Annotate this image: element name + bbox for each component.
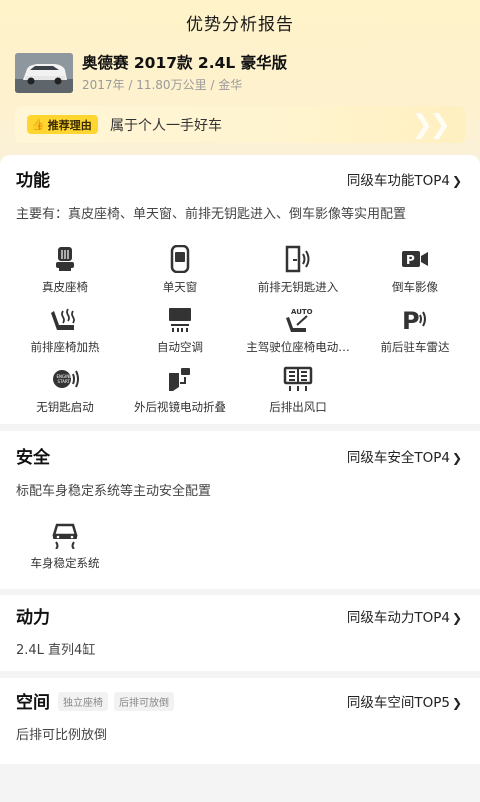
function-description: 主要有：真皮座椅、单天窗、前排无钥匙进入、倒车影像等实用配置: [16, 207, 407, 222]
space-tag: 后排可放倒: [114, 692, 174, 711]
feature-item[interactable]: 单天窗: [120, 245, 240, 295]
feature-item[interactable]: 后排出风口: [238, 365, 358, 415]
safety-title: 安全: [16, 448, 50, 468]
power-title: 动力: [16, 608, 50, 628]
space-description: 后排可比例放倒: [16, 728, 108, 743]
recommend-reason-bar: 👍 推荐理由 属于个人一手好车 ❯❯: [15, 106, 465, 143]
feature-label: 后排出风口: [269, 400, 327, 414]
feature-item[interactable]: 前排无钥匙进入: [238, 245, 358, 295]
car-name: 奥德赛 2017款 2.4L 豪华版: [82, 54, 288, 72]
feature-item[interactable]: 真皮座椅: [5, 245, 125, 295]
rear-vent-icon: [283, 366, 313, 391]
svg-text:START: START: [58, 379, 71, 384]
feature-label: 主驾驶位座椅电动…: [246, 340, 350, 354]
feature-item[interactable]: 外后视镜电动折叠: [120, 365, 240, 415]
feature-item[interactable]: 车身稳定系统: [5, 521, 125, 571]
feature-label: 自动空调: [157, 340, 203, 354]
feature-label: 无钥匙启动: [36, 400, 94, 414]
leather-seat-icon: [56, 247, 74, 271]
feature-item[interactable]: 前排座椅加热: [5, 305, 125, 355]
function-title: 功能: [16, 171, 50, 191]
feature-item[interactable]: 自动空调: [120, 305, 240, 355]
car-meta: 2017年 / 11.80万公里 / 金华: [82, 78, 243, 92]
safety-top-link[interactable]: 同级车安全TOP4 ❯: [347, 446, 462, 466]
feature-label: 外后视镜电动折叠: [134, 400, 226, 414]
space-tags: 独立座椅 后排可放倒: [58, 692, 174, 711]
svg-text:P: P: [402, 307, 420, 333]
feature-label: 前排无钥匙进入: [257, 280, 339, 294]
keyless-start-icon: ENGINE START: [53, 370, 79, 388]
space-section: 空间 独立座椅 后排可放倒 同级车空间TOP5 ❯ 后排可比例放倒: [0, 678, 480, 764]
page-title: 优势分析报告: [186, 15, 294, 35]
sunroof-icon: [170, 245, 190, 273]
space-title: 空间: [16, 693, 50, 713]
feature-label: 前排座椅加热: [30, 340, 100, 354]
feature-item[interactable]: P 倒车影像: [355, 245, 475, 295]
chevron-right-icon: ❯: [451, 696, 462, 710]
feature-item[interactable]: ENGINE START 无钥匙启动: [5, 365, 125, 415]
space-top-label: 同级车空间TOP5: [346, 695, 450, 711]
analysis-report-page: 优势分析报告 奥德赛 2017款 2.4L 豪华版 2017年 / 11.80万…: [0, 0, 480, 802]
seat-heating-icon: [51, 308, 75, 330]
recommend-reason-text: 属于个人一手好车: [110, 118, 222, 134]
power-seat-icon: AUTO: [286, 308, 313, 332]
function-top-link[interactable]: 同级车功能TOP4 ❯: [347, 169, 462, 189]
mirror-fold-icon: [169, 368, 190, 391]
power-top-link[interactable]: 同级车动力TOP4 ❯: [347, 606, 462, 626]
stability-control-icon: [52, 523, 78, 549]
space-top-link[interactable]: 同级车空间TOP5 ❯: [347, 691, 462, 711]
feature-item[interactable]: P 前后驻车雷达: [355, 305, 475, 355]
svg-text:AUTO: AUTO: [291, 308, 313, 316]
feature-label: 倒车影像: [392, 280, 438, 294]
feature-item[interactable]: AUTO 主驾驶位座椅电动…: [238, 305, 358, 355]
safety-section: 安全 同级车安全TOP4 ❯ 标配车身稳定系统等主动安全配置 车身稳定系统: [0, 431, 480, 589]
space-tag: 独立座椅: [58, 692, 108, 711]
svg-text:P: P: [406, 253, 415, 267]
chevron-right-icon: ❯: [451, 174, 462, 188]
feature-label: 真皮座椅: [42, 280, 88, 294]
thumbs-up-icon: 👍: [31, 118, 45, 131]
keyless-entry-icon: [285, 245, 310, 273]
chevron-right-icon: ❯: [451, 611, 462, 625]
decorative-chevrons-icon: ❯❯: [411, 110, 451, 140]
feature-label: 单天窗: [162, 280, 198, 294]
function-section: 功能 同级车功能TOP4 ❯ 主要有：真皮座椅、单天窗、前排无钥匙进入、倒车影像等…: [0, 155, 480, 424]
function-top-label: 同级车功能TOP4: [346, 173, 450, 189]
safety-description: 标配车身稳定系统等主动安全配置: [16, 484, 212, 499]
power-section: 动力 同级车动力TOP4 ❯ 2.4L 直列4缸: [0, 595, 480, 671]
chevron-right-icon: ❯: [451, 451, 462, 465]
recommend-badge-label: 推荐理由: [47, 118, 92, 132]
power-top-label: 同级车动力TOP4: [346, 610, 450, 626]
parking-radar-icon: P: [402, 307, 426, 333]
safety-top-label: 同级车安全TOP4: [346, 450, 450, 466]
power-description: 2.4L 直列4缸: [16, 643, 96, 658]
reverse-camera-icon: P: [402, 251, 428, 267]
feature-label: 车身稳定系统: [30, 556, 100, 570]
car-thumbnail[interactable]: [15, 53, 73, 93]
auto-ac-icon: [169, 308, 191, 332]
recommend-badge: 👍 推荐理由: [27, 115, 98, 134]
feature-label: 前后驻车雷达: [380, 340, 450, 354]
